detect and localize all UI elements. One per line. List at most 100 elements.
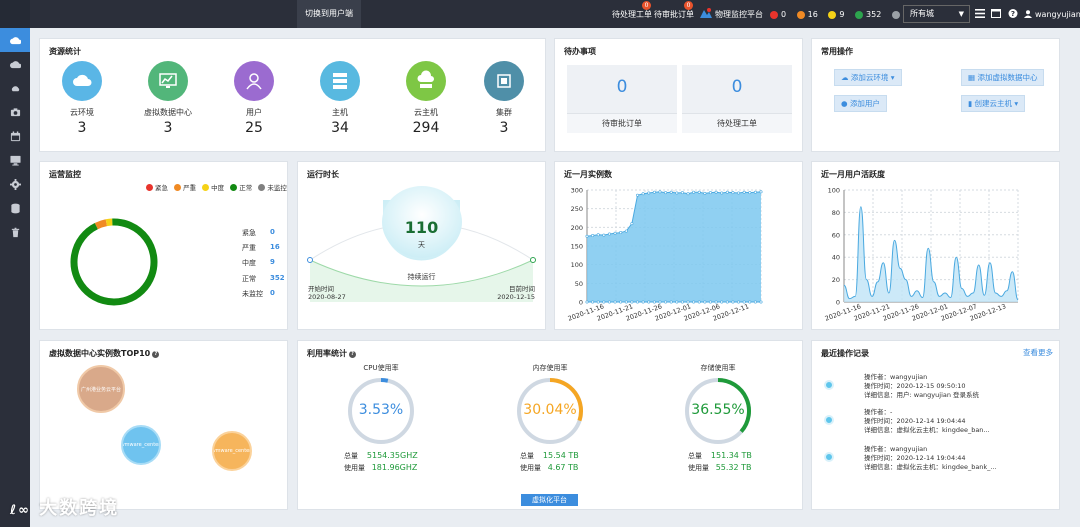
cloud-alt-icon: [9, 60, 21, 68]
series-point: [714, 300, 718, 304]
series-point: [742, 300, 746, 304]
resource-cloud-env[interactable]: 云环境 3: [52, 61, 112, 136]
cloud-small-icon: [11, 85, 19, 91]
panel-title: 利用率统计?: [307, 348, 356, 359]
series-point: [669, 300, 673, 304]
help-icon[interactable]: ?: [152, 351, 160, 358]
resource-value: 294: [412, 120, 440, 136]
resource-value: 25: [245, 120, 263, 136]
sidebar: [0, 28, 30, 527]
resource-host[interactable]: 主机 34: [310, 61, 370, 136]
sidebar-item-trash[interactable]: [0, 220, 30, 244]
city-select[interactable]: 所有城 ▼: [903, 5, 970, 23]
add-vdc-button[interactable]: ▦ 添加虚拟数据中心: [961, 69, 1045, 86]
cloud-icon: [62, 61, 102, 101]
series-point: [753, 190, 757, 194]
resource-user[interactable]: 用户 25: [224, 61, 284, 136]
user-menu[interactable]: wangyujian: [1024, 0, 1080, 28]
window-icon[interactable]: [991, 9, 1001, 18]
series-point: [619, 300, 623, 304]
vm-icon: ▮: [968, 99, 973, 108]
series-point: [731, 300, 735, 304]
sidebar-item-cloud[interactable]: [0, 28, 30, 52]
usage-storage-title: 存储使用率: [700, 364, 736, 372]
y-tick-label: 0: [579, 299, 583, 307]
critical-icon: [770, 10, 778, 19]
runtime-status: 持续运行: [407, 273, 436, 281]
series-point: [636, 300, 640, 304]
series-point: [624, 229, 628, 233]
add-cloud-env-button[interactable]: ☁ 添加云环境 ▾: [834, 69, 902, 86]
ops-legend: 紧急 严重 中度 正常 未监控: [142, 182, 287, 192]
series-point: [680, 191, 684, 195]
series-point: [630, 300, 634, 304]
resource-vm[interactable]: 云主机 294: [396, 61, 456, 136]
top-bar: 切换到用户端 待处理工单 0 待审批订单 0 物理监控平台 0 16 9 352…: [0, 0, 1080, 28]
sidebar-item-database[interactable]: [0, 196, 30, 220]
timeline-dot-icon: [824, 415, 834, 425]
caret-down-icon: ▾: [1014, 99, 1019, 108]
todo-pending-ticket[interactable]: 0 待处理工单: [682, 65, 792, 133]
physical-monitor-link[interactable]: 物理监控平台: [700, 0, 763, 28]
status-critical[interactable]: 0: [770, 10, 786, 19]
runtime-unit: 天: [418, 241, 425, 249]
resource-vdc[interactable]: 虚拟数据中心 3: [138, 61, 198, 136]
ops-row-severe: 严重 16: [242, 243, 280, 252]
usage-mem-used: 使用量 4.67 TB: [520, 463, 579, 472]
sidebar-item-settings[interactable]: [0, 172, 30, 196]
vdc-bubble[interactable]: 广州港业务云平台: [77, 365, 125, 413]
series-point: [585, 234, 589, 238]
activity-chart-panel: 近一月用户活跃度 0 20 40 60 80 100 2020-11-16 2020-11-2…: [811, 161, 1060, 330]
user-icon: [234, 61, 274, 101]
caret-down-icon: ▾: [890, 73, 895, 82]
log-text: 操作者：- 操作时间：2020-12-14 19:04:44 详细信息：虚拟化云…: [864, 408, 990, 434]
series-point: [708, 300, 712, 304]
help-icon[interactable]: ?: [1008, 9, 1018, 18]
database-icon: [10, 203, 20, 213]
series-point: [731, 191, 735, 195]
resource-label: 主机: [332, 108, 348, 117]
status-normal[interactable]: 352: [855, 10, 881, 19]
series-point: [641, 192, 645, 196]
todo-pending-order[interactable]: 0 待审批订单: [567, 65, 677, 133]
series-point: [591, 300, 595, 304]
watermark: ℓ∞ 大数跨境: [10, 498, 120, 519]
sidebar-item-cloud-env[interactable]: [0, 52, 30, 76]
switch-to-user-button[interactable]: 切换到用户端: [297, 0, 361, 28]
series-point: [624, 300, 628, 304]
cluster-icon: [484, 61, 524, 101]
sidebar-item-camera[interactable]: [0, 100, 30, 124]
series-point: [647, 300, 651, 304]
resource-label: 集群: [496, 108, 512, 117]
vdc-bubble[interactable]: vmware_center: [121, 425, 161, 465]
todo-label: 待处理工单: [682, 113, 792, 133]
log-text: 操作者：wangyujian 操作时间：2020-12-15 09:50:10 …: [864, 373, 980, 399]
series-point: [641, 300, 645, 304]
usage-cpu-pct: 3.53%: [358, 402, 404, 418]
resource-label: 虚拟数据中心: [144, 108, 192, 117]
y-tick-label: 50: [575, 280, 583, 288]
platform-tag[interactable]: 虚拟化平台: [521, 494, 578, 506]
add-user-button[interactable]: ● 添加用户: [834, 95, 887, 112]
resource-cluster[interactable]: 集群 3: [474, 61, 534, 136]
usage-cpu-title: CPU使用率: [363, 364, 399, 372]
panel-title: 常用操作: [821, 47, 853, 56]
series-point: [692, 190, 696, 194]
sidebar-item-monitor[interactable]: [0, 148, 30, 172]
panel-title: 运营监控: [49, 170, 81, 179]
create-vm-button[interactable]: ▮ 创建云主机 ▾: [961, 95, 1026, 112]
user-icon: [1024, 10, 1032, 18]
status-moderate[interactable]: 9: [828, 10, 844, 19]
y-tick-label: 60: [832, 231, 840, 239]
sidebar-item-cloud-small[interactable]: [0, 76, 30, 100]
status-severe[interactable]: 16: [796, 10, 818, 19]
help-icon[interactable]: ?: [349, 351, 356, 358]
todo-count: 0: [731, 77, 743, 97]
sidebar-item-calendar[interactable]: [0, 124, 30, 148]
monitor-platform-icon: [700, 8, 712, 18]
ops-monitor-panel: 运营监控 紧急 严重 中度 正常 未监控 紧急 0 严重 16 中度 9 正常 352 …: [39, 161, 288, 330]
series-point: [613, 300, 617, 304]
vdc-bubble[interactable]: vmware_center: [212, 431, 252, 471]
view-more-link[interactable]: 查看更多: [1023, 347, 1053, 358]
list-icon[interactable]: [975, 9, 985, 18]
